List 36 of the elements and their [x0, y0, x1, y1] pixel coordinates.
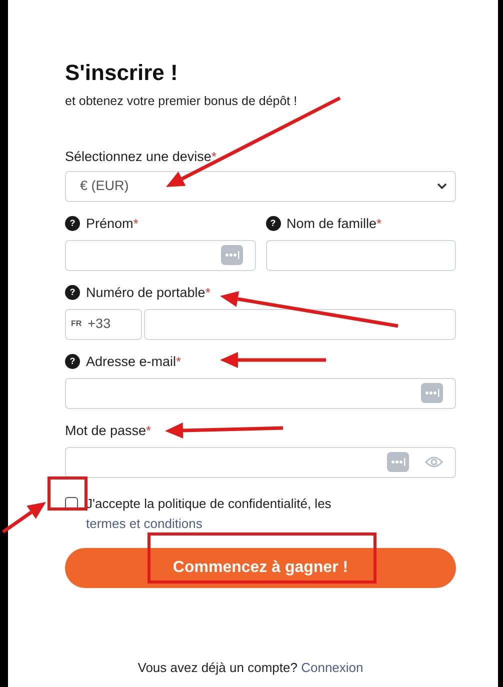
subtitle: et obtenez votre premier bonus de dépôt !	[65, 93, 298, 110]
field-label: Prénom	[86, 214, 134, 233]
field-label: Mot de passe	[65, 422, 146, 440]
input-field[interactable]	[65, 240, 256, 271]
input-field[interactable]	[266, 240, 456, 271]
required-mark: *	[176, 352, 182, 371]
field-label: Nom de famille	[286, 214, 377, 233]
chevron-down-icon	[437, 182, 447, 190]
page-title: S'inscrire !	[65, 59, 179, 87]
eye-icon[interactable]	[425, 456, 443, 468]
required-mark: *	[205, 284, 210, 302]
required-mark: *	[211, 148, 216, 166]
field-label: Sélectionnez une devise	[65, 148, 212, 166]
consent-text: J'accepte la politique de confidentialité, les termes et conditions	[86, 494, 332, 533]
terms-link[interactable]: termes et conditions	[86, 516, 202, 531]
autofill-icon[interactable]	[220, 245, 242, 266]
input-field[interactable]	[144, 308, 456, 340]
input-field[interactable]	[65, 378, 456, 409]
autofill-icon[interactable]	[387, 452, 409, 472]
login-prompt: Vous avez déjà un compte? Connexion	[136, 658, 364, 677]
country-code-select[interactable]: FR +33	[65, 308, 142, 340]
required-mark: *	[133, 214, 138, 233]
help-icon[interactable]: ?	[65, 285, 80, 300]
currency-select[interactable]: € (EUR)	[65, 170, 456, 202]
required-mark: *	[376, 214, 382, 233]
field-label: Numéro de portable	[86, 284, 206, 302]
autofill-icon[interactable]	[421, 383, 443, 404]
help-icon[interactable]: ?	[266, 216, 280, 232]
annotation-box	[48, 476, 88, 510]
input-field[interactable]	[65, 446, 456, 478]
help-icon[interactable]: ?	[65, 354, 80, 370]
field-label: Adresse e-mail	[86, 352, 176, 371]
annotation-arrow	[2, 502, 46, 534]
required-mark: *	[146, 422, 152, 440]
help-icon[interactable]: ?	[65, 216, 80, 232]
login-link[interactable]: Connexion	[301, 660, 364, 674]
